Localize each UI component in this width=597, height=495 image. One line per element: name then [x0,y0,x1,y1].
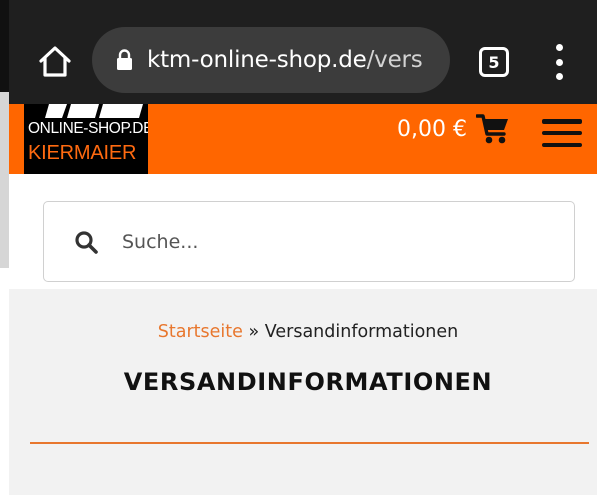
breadcrumb: Startseite » Versandinformationen [0,322,597,342]
search-input[interactable] [122,222,542,262]
browser-toolbar: ktm-online-shop.de/vers 5 [9,0,597,104]
menu-dot [555,73,563,80]
breadcrumb-home-link[interactable]: Startseite [158,322,243,342]
browser-menu-icon[interactable] [549,44,569,80]
site-logo[interactable]: ONLINE-SHOP.DE KIERMAIER [24,104,148,174]
page-title: VERSANDINFORMATIONEN [123,368,493,396]
left-edge-dark-block [0,0,9,92]
left-edge-strip [0,0,9,268]
page: ktm-online-shop.de/vers 5 ONLINE-SHOP.DE… [0,0,597,495]
search-box [43,201,575,282]
breadcrumb-separator: » [248,322,260,342]
title-divider [30,442,589,444]
breadcrumb-current: Versandinformationen [264,322,459,342]
menu-dot [555,58,563,66]
address-bar-url: ktm-online-shop.de/vers [147,47,423,73]
hamburger-bar [542,142,582,147]
url-host: ktm-online-shop.de [147,47,367,73]
lock-icon [117,49,132,70]
ktm-logo-mark [45,104,143,118]
url-path: /vers [366,47,423,73]
home-icon[interactable] [37,44,73,78]
tab-count: 5 [488,52,500,72]
address-bar[interactable]: ktm-online-shop.de/vers [92,27,450,93]
hamburger-bar [542,119,582,124]
menu-dot [555,44,563,51]
cart-total[interactable]: 0,00 € [397,117,467,142]
hamburger-menu-icon[interactable] [542,119,582,147]
logo-text-line2: KIERMAIER [28,142,137,164]
shopping-cart-icon[interactable] [476,113,509,144]
logo-text-line1: ONLINE-SHOP.DE [28,120,148,137]
hamburger-bar [542,130,582,136]
tab-switcher-button[interactable]: 5 [479,47,509,77]
search-icon[interactable] [74,230,98,254]
